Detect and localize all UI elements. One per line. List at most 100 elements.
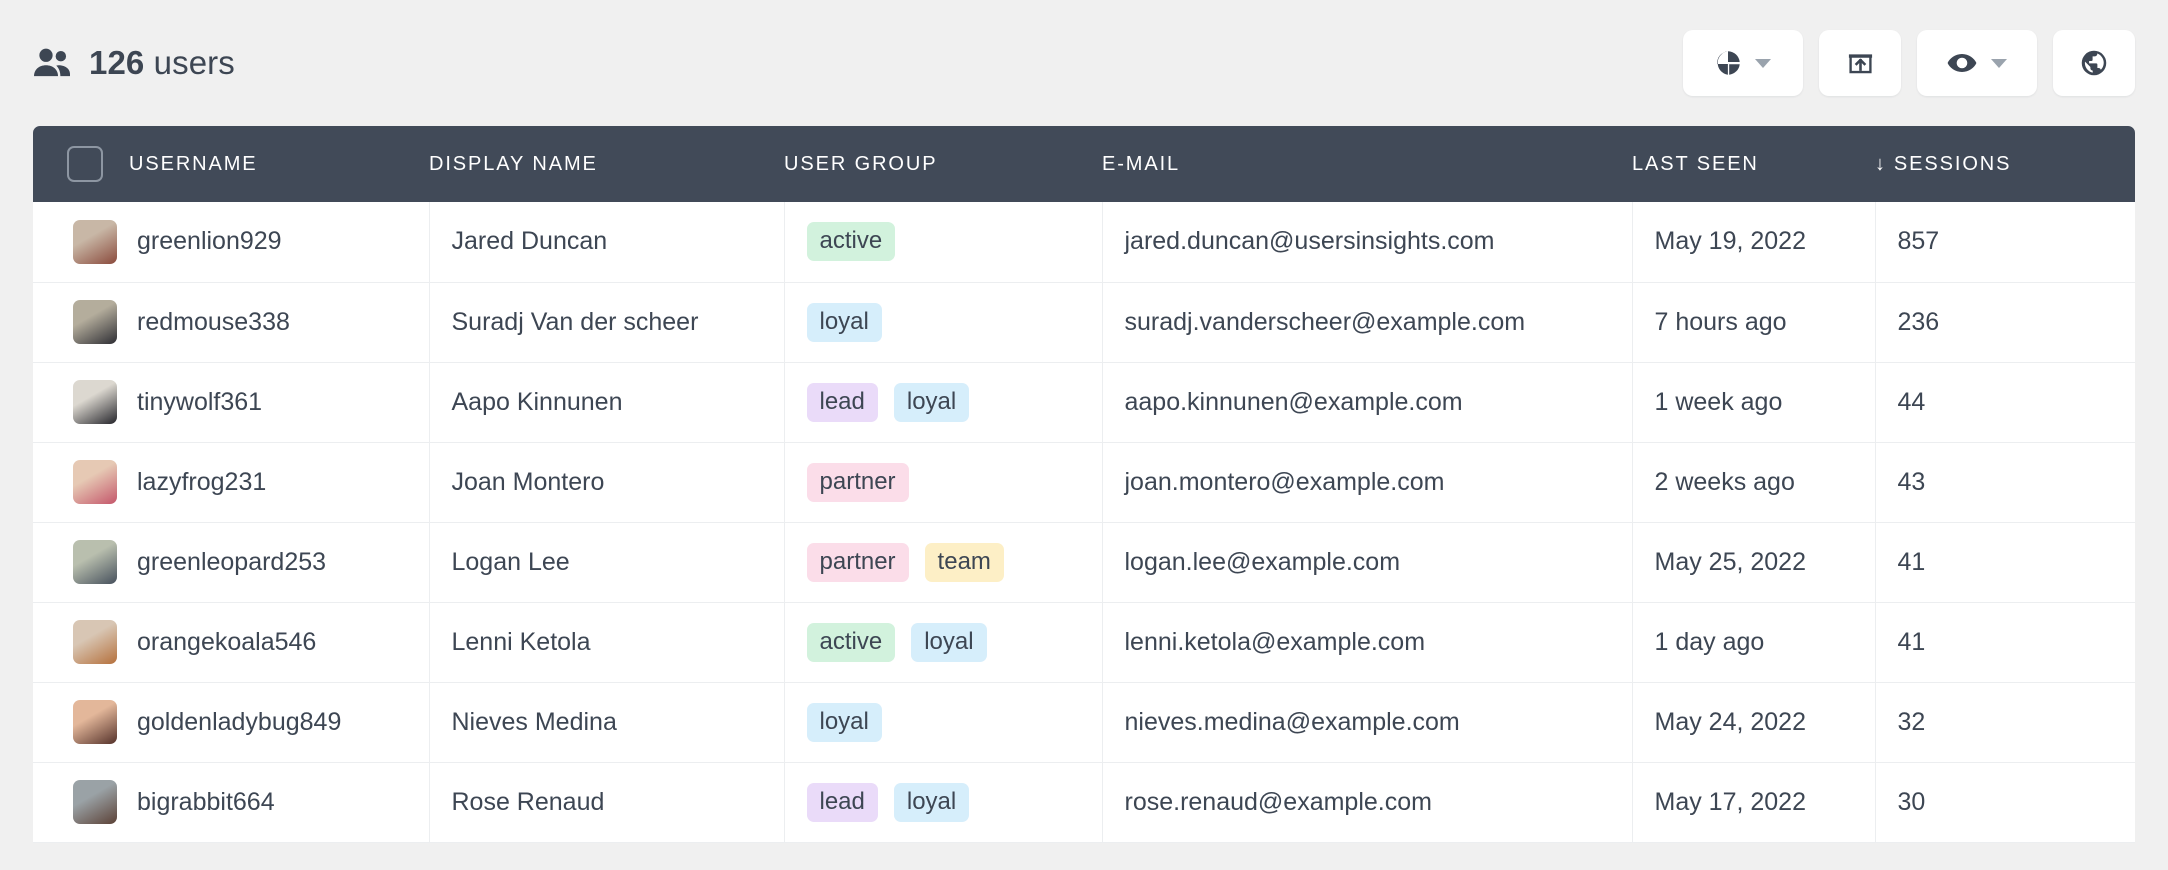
email-cell[interactable]: joan.montero@example.com [1102, 442, 1632, 522]
user-group-badge[interactable]: loyal [894, 783, 969, 822]
user-group-badge[interactable]: active [807, 623, 896, 662]
sessions-cell: 44 [1875, 362, 2135, 442]
display-name-cell: Jared Duncan [429, 202, 784, 282]
users-page: 126 users [0, 0, 2168, 870]
user-group-cell: loyal [784, 282, 1102, 362]
table-row[interactable]: tinywolf361Aapo Kinnunenleadloyalaapo.ki… [33, 362, 2135, 442]
user-count-unit: users [154, 44, 235, 81]
row-avatar-cell: orangekoala546 [33, 602, 429, 682]
user-group-cell: loyal [784, 682, 1102, 762]
sessions-cell: 236 [1875, 282, 2135, 362]
sort-descending-icon: ↓ [1875, 153, 1887, 176]
sessions-cell: 43 [1875, 442, 2135, 522]
email-cell[interactable]: aapo.kinnunen@example.com [1102, 362, 1632, 442]
export-box-icon [1847, 50, 1874, 77]
people-icon [33, 48, 71, 78]
user-group-cell: lead loyal [784, 362, 1102, 442]
email-cell[interactable]: nieves.medina@example.com [1102, 682, 1632, 762]
username-label: greenlion929 [137, 227, 282, 256]
user-group-cell: active loyal [784, 602, 1102, 682]
chart-button[interactable] [1683, 30, 1803, 96]
user-group-cell: partner team [784, 522, 1102, 602]
visibility-button[interactable] [1917, 30, 2037, 96]
export-button[interactable] [1819, 30, 1901, 96]
display-name-cell: Lenni Ketola [429, 602, 784, 682]
display-name-cell: Rose Renaud [429, 762, 784, 842]
avatar [73, 220, 117, 264]
column-header-last-seen[interactable]: LAST SEEN [1632, 126, 1875, 202]
user-group-cell: partner [784, 442, 1102, 522]
avatar [73, 380, 117, 424]
user-count-label: 126 users [89, 44, 235, 82]
column-header-sessions[interactable]: ↓ SESSIONS [1875, 126, 2135, 202]
user-group-badge[interactable]: lead [807, 783, 878, 822]
last-seen-cell: 2 weeks ago [1632, 442, 1875, 522]
table-row[interactable]: greenleopard253 Logan Lee partner team logan… [33, 522, 2135, 602]
user-group-badge[interactable]: partner [807, 463, 909, 502]
username-label: tinywolf361 [137, 388, 262, 417]
username-label: greenleopard253 [137, 548, 326, 577]
user-group-badge[interactable]: loyal [807, 703, 882, 742]
avatar [73, 300, 117, 344]
table-row[interactable]: goldenladybug849Nieves Medinaloyalnieves… [33, 682, 2135, 762]
page-title: 126 users [33, 44, 235, 82]
email-cell[interactable]: jared.duncan@usersinsights.com [1102, 202, 1632, 282]
table-row[interactable]: bigrabbit664 Rose Renaud lead loyal rose.ren… [33, 762, 2135, 842]
table-row[interactable]: orangekoala546Lenni Ketola active loyal len… [33, 602, 2135, 682]
user-group-badge[interactable]: loyal [807, 303, 882, 342]
user-count: 126 [89, 44, 144, 81]
table-body: greenlion929 Jared Duncan active jared.dunc… [33, 202, 2135, 842]
pie-chart-icon [1715, 50, 1741, 76]
user-group-badge[interactable]: lead [807, 383, 878, 422]
sessions-cell: 41 [1875, 602, 2135, 682]
select-all-checkbox[interactable] [67, 146, 103, 182]
display-name-cell: Logan Lee [429, 522, 784, 602]
row-avatar-cell: tinywolf361 [33, 362, 429, 442]
user-group-cell: lead loyal [784, 762, 1102, 842]
globe-icon [2080, 49, 2108, 77]
last-seen-cell: 1 week ago [1632, 362, 1875, 442]
user-group-badge[interactable]: loyal [894, 383, 969, 422]
column-header-username[interactable]: USERNAME [129, 126, 429, 202]
sessions-cell: 30 [1875, 762, 2135, 842]
column-header-email[interactable]: E-MAIL [1102, 126, 1632, 202]
row-avatar-cell: goldenladybug849 [33, 682, 429, 762]
last-seen-cell: May 25, 2022 [1632, 522, 1875, 602]
avatar [73, 780, 117, 824]
table-row[interactable]: greenlion929 Jared Duncan active jared.dunc… [33, 202, 2135, 282]
display-name-cell: Joan Montero [429, 442, 784, 522]
avatar [73, 460, 117, 504]
user-group-badge[interactable]: team [925, 543, 1004, 582]
email-cell[interactable]: suradj.vanderscheer@example.com [1102, 282, 1632, 362]
sessions-cell: 857 [1875, 202, 2135, 282]
user-group-badge[interactable]: loyal [911, 623, 986, 662]
avatar [73, 540, 117, 584]
table-row[interactable]: lazyfrog231Joan Montero partner joan.monte… [33, 442, 2135, 522]
row-avatar-cell: bigrabbit664 [33, 762, 429, 842]
users-table: USERNAME DISPLAY NAME USER GROUP E-MAIL … [33, 126, 2135, 843]
username-label: bigrabbit664 [137, 788, 275, 817]
table-header-row: USERNAME DISPLAY NAME USER GROUP E-MAIL … [33, 126, 2135, 202]
chevron-down-icon [1755, 59, 1771, 68]
row-avatar-cell: greenlion929 [33, 202, 429, 282]
column-header-display-name[interactable]: DISPLAY NAME [429, 126, 784, 202]
email-cell[interactable]: lenni.ketola@example.com [1102, 602, 1632, 682]
column-header-sessions-label: SESSIONS [1894, 153, 2011, 175]
avatar [73, 620, 117, 664]
email-cell[interactable]: logan.lee@example.com [1102, 522, 1632, 602]
globe-button[interactable] [2053, 30, 2135, 96]
username-label: redmouse338 [137, 308, 290, 337]
row-avatar-cell: greenleopard253 [33, 522, 429, 602]
user-group-badge[interactable]: active [807, 222, 896, 261]
row-avatar-cell: lazyfrog231 [33, 442, 429, 522]
last-seen-cell: 7 hours ago [1632, 282, 1875, 362]
row-avatar-cell: redmouse338 [33, 282, 429, 362]
user-group-badge[interactable]: partner [807, 543, 909, 582]
table-row[interactable]: redmouse338Suradj Van der scheerloyalsur… [33, 282, 2135, 362]
column-header-user-group[interactable]: USER GROUP [784, 126, 1102, 202]
table-header: USERNAME DISPLAY NAME USER GROUP E-MAIL … [33, 126, 2135, 202]
email-cell[interactable]: rose.renaud@example.com [1102, 762, 1632, 842]
avatar [73, 700, 117, 744]
select-all-header [33, 126, 129, 202]
eye-icon [1947, 52, 1977, 74]
